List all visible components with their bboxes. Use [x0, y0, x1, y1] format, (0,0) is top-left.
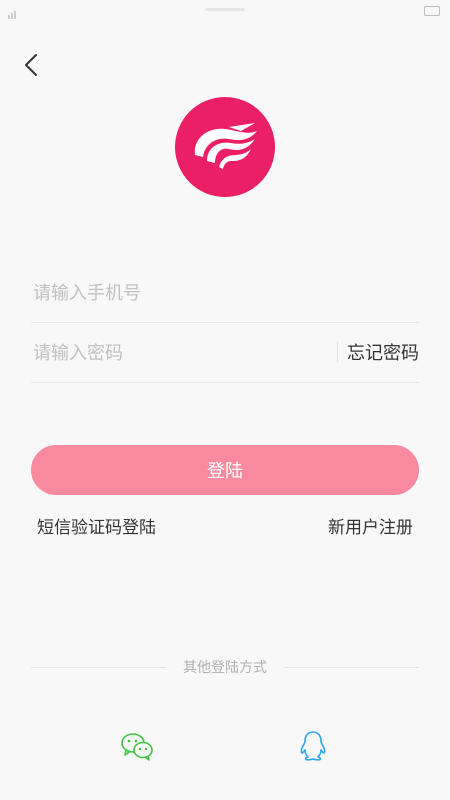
login-button[interactable]: 登陆 [31, 445, 419, 495]
forgot-password-link[interactable]: 忘记密码 [347, 322, 419, 382]
qq-icon [300, 731, 326, 761]
phone-field [31, 262, 419, 324]
register-link[interactable]: 新用户注册 [328, 513, 413, 538]
sms-login-link[interactable]: 短信验证码登陆 [37, 513, 156, 538]
divider-left [31, 667, 166, 668]
field-divider [337, 342, 338, 362]
phone-input[interactable] [31, 262, 335, 324]
app-logo [175, 97, 275, 197]
other-login-title: 其他登陆方式 [183, 660, 267, 676]
password-input[interactable] [31, 322, 335, 384]
wechat-icon [121, 733, 153, 761]
bird-logo-icon [194, 123, 257, 169]
password-field: 忘记密码 [31, 322, 419, 384]
status-time [205, 8, 245, 11]
signal-icon [8, 4, 18, 19]
divider-right [284, 667, 419, 668]
back-button[interactable] [14, 50, 48, 84]
wechat-login-button[interactable] [119, 728, 155, 764]
qq-login-button[interactable] [295, 728, 331, 764]
battery-icon [424, 6, 440, 16]
status-bar [0, 0, 450, 22]
back-arrow-icon [24, 53, 38, 81]
